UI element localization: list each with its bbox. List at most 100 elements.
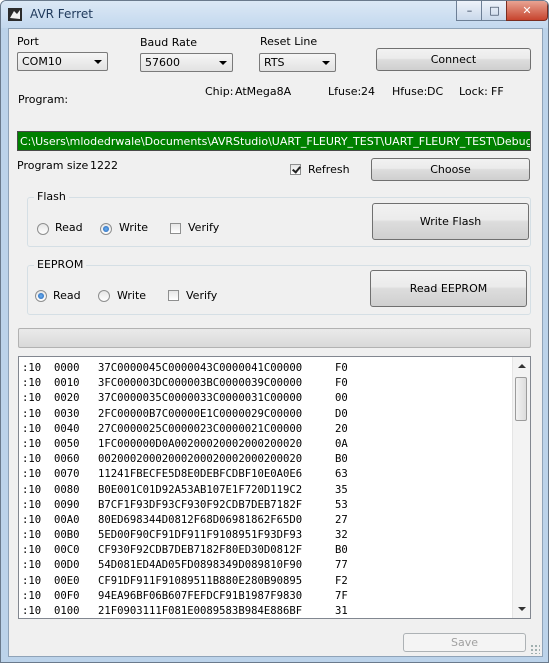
close-button[interactable]: ✕: [506, 1, 548, 21]
hex-line: :10 00E0 CF91DF911F91089511B880E280B90895 F…: [22, 574, 348, 589]
hex-record-length: :10: [22, 529, 42, 542]
chevron-down-icon: [219, 61, 227, 65]
hex-line: :10 00D0 54D081ED4AD05FD0898349D089810F90 7…: [22, 558, 348, 573]
hex-address: 0010: [54, 377, 80, 390]
maximize-icon: □: [489, 4, 500, 17]
eeprom-verify-label: Verify: [186, 289, 218, 302]
resize-grip-icon[interactable]: [530, 644, 540, 654]
hex-checksum: D0: [335, 407, 348, 420]
hex-data: 3FC000003DC000003BC0000039C00000: [98, 377, 303, 390]
hex-address: 0040: [54, 422, 80, 435]
hex-line: :10 0010 3FC000003DC000003BC0000039C00000 F…: [22, 376, 348, 391]
hex-checksum: 27: [335, 513, 348, 526]
hex-data: 11241FBECFE5D8E0DEBFCDBF10E0A0E6: [98, 468, 303, 481]
hex-address: 00B0: [54, 529, 80, 542]
hex-output-textarea[interactable]: :10 0000 37C0000045C0000043C0000041C00000 F…: [18, 356, 531, 619]
eeprom-verify-checkbox[interactable]: [168, 290, 179, 301]
choose-button[interactable]: Choose: [371, 158, 530, 181]
flash-write-radio[interactable]: [100, 223, 112, 235]
baud-rate-select[interactable]: 57600: [140, 53, 233, 72]
lock-label: Lock:: [459, 85, 488, 98]
eeprom-write-radio[interactable]: [98, 290, 110, 302]
hex-checksum: F0: [335, 377, 348, 390]
hex-address: 0070: [54, 468, 80, 481]
port-select[interactable]: COM10: [17, 52, 108, 71]
close-icon: ✕: [522, 4, 532, 17]
program-path-field[interactable]: C:\Users\mlodedrwale\Documents\AVRStudio…: [17, 131, 531, 151]
ferret-app-icon: [8, 8, 22, 21]
baud-rate-label: Baud Rate: [140, 36, 197, 49]
minimize-icon: –: [466, 4, 473, 17]
hex-record-length: :10: [22, 605, 42, 617]
hex-record-length: :10: [22, 574, 42, 587]
hex-checksum: 00: [335, 392, 348, 405]
hex-checksum: F0: [335, 362, 348, 374]
flash-verify-checkbox[interactable]: [170, 223, 181, 234]
hex-checksum: F2: [335, 574, 348, 587]
lfuse-label: Lfuse:: [328, 85, 362, 98]
reset-line-select[interactable]: RTS: [259, 53, 336, 72]
hex-record-length: :10: [22, 544, 42, 557]
hex-address: 0090: [54, 498, 80, 511]
baud-rate-value: 57600: [145, 56, 180, 69]
refresh-label: Refresh: [308, 163, 350, 176]
hfuse-value: DC: [427, 85, 444, 98]
title-bar[interactable]: AVR Ferret – □ ✕: [1, 1, 548, 28]
hex-record-length: :10: [22, 453, 42, 466]
eeprom-read-radio[interactable]: [35, 290, 47, 302]
hex-record-length: :10: [22, 483, 42, 496]
chip-value: AtMega8A: [235, 85, 292, 98]
hex-line: :10 00C0 CF930F92CDB7DEB7182F80ED30D0812F B…: [22, 543, 348, 558]
hex-data: CF930F92CDB7DEB7182F80ED30D0812F: [98, 544, 303, 557]
hex-data: 1FC000000D0A00200020002000200020: [98, 437, 303, 450]
hex-data: 94EA96BF06B607FEFDCF91B1987F9830: [98, 589, 303, 602]
hex-data: 80ED698344D0812F68D06981862F65D0: [98, 513, 303, 526]
program-size-label: Program size: [17, 159, 89, 172]
hex-checksum: 31: [335, 605, 348, 617]
hex-line: :10 0050 1FC000000D0A00200020002000200020 0…: [22, 437, 348, 452]
window-title: AVR Ferret: [30, 7, 93, 21]
chevron-down-icon: [94, 60, 102, 64]
hex-checksum: B0: [335, 453, 348, 466]
hex-line: :10 0060 00200020002000200020002000200020 B…: [22, 452, 348, 467]
hex-data: 00200020002000200020002000200020: [98, 453, 303, 466]
hex-record-length: :10: [22, 407, 42, 420]
hex-address: 0030: [54, 407, 80, 420]
flash-write-label: Write: [119, 221, 149, 234]
hex-record-length: :10: [22, 589, 42, 602]
maximize-button[interactable]: □: [481, 1, 508, 21]
hex-checksum: B0: [335, 544, 348, 557]
refresh-checkbox[interactable]: [290, 164, 301, 175]
vertical-scrollbar[interactable]: [512, 357, 530, 618]
port-label: Port: [17, 35, 39, 48]
hex-data: B7CF1F93DF93CF930F92CDB7DEB7182F: [98, 498, 303, 511]
program-path-text: C:\Users\mlodedrwale\Documents\AVRStudio…: [20, 135, 530, 148]
app-window: AVR Ferret – □ ✕ Port COM10 Baud Rate 57…: [0, 0, 549, 663]
hex-record-length: :10: [22, 513, 42, 526]
hex-data: 21F0903111F081E0089583B984E886BF: [98, 605, 303, 617]
connect-button[interactable]: Connect: [376, 48, 531, 71]
hex-data: 37C0000045C0000043C0000041C00000: [98, 362, 303, 374]
lfuse-value: 24: [361, 85, 375, 98]
hex-address: 00D0: [54, 559, 80, 572]
hex-line: :10 00A0 80ED698344D0812F68D06981862F65D0 2…: [22, 513, 348, 528]
hex-record-length: :10: [22, 468, 42, 481]
hex-address: 00F0: [54, 589, 80, 602]
hex-checksum: 32: [335, 529, 348, 542]
read-eeprom-button[interactable]: Read EEPROM: [370, 270, 527, 307]
port-value: COM10: [22, 55, 62, 68]
save-button[interactable]: Save: [403, 633, 526, 652]
hex-data: 54D081ED4AD05FD0898349D089810F90: [98, 559, 303, 572]
hex-line: :10 0070 11241FBECFE5D8E0DEBFCDBF10E0A0E6 6…: [22, 467, 348, 482]
hex-checksum: 63: [335, 468, 348, 481]
scrollbar-thumb[interactable]: [515, 377, 527, 421]
flash-read-radio[interactable]: [37, 223, 49, 235]
flash-group-label: Flash: [34, 190, 69, 203]
scroll-down-icon[interactable]: [518, 607, 526, 611]
scroll-up-icon[interactable]: [518, 364, 526, 368]
hex-data: B0E001C01D92A53AB107E1F720D119C2: [98, 483, 303, 496]
chip-label: Chip:: [205, 85, 234, 98]
hex-line: :10 0040 27C0000025C0000023C0000021C00000 2…: [22, 422, 348, 437]
minimize-button[interactable]: –: [456, 1, 483, 21]
write-flash-button[interactable]: Write Flash: [372, 203, 529, 240]
